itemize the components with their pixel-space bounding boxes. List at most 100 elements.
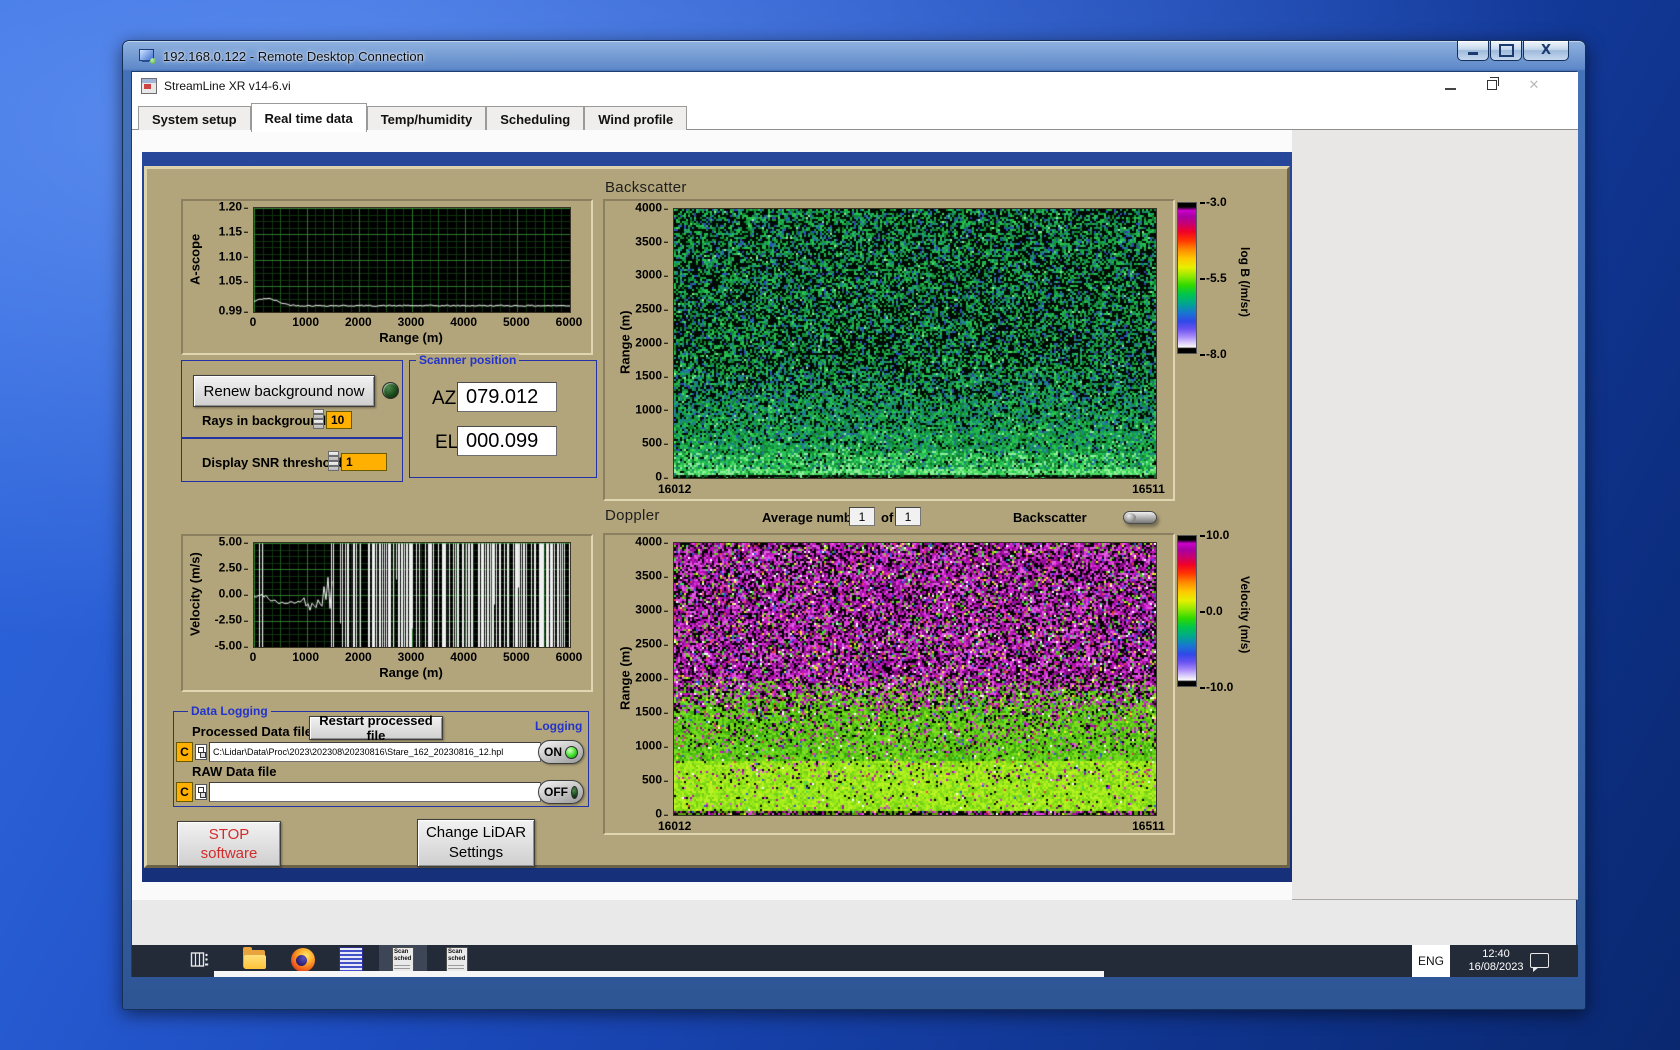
az-value: 079.012 (457, 382, 557, 412)
tick-label: 1500 (635, 705, 669, 719)
processed-path-field[interactable]: C:\Lidar\Data\Proc\2023\202308\20230816\… (209, 742, 541, 762)
processed-path-drive-box[interactable]: C (176, 742, 193, 762)
tick-label: 2000 (635, 335, 669, 349)
average-total-field[interactable]: 1 (895, 507, 921, 526)
tab-system-setup[interactable]: System setup (138, 106, 251, 133)
backscatter-graph: Range (m) 4000 3500 3000 2500 2000 1500 1000 50… (603, 199, 1175, 501)
stop-software-button[interactable]: STOP software (177, 821, 281, 867)
az-label: AZ (432, 388, 457, 409)
tick-label: -8.0 (1200, 347, 1227, 361)
file-explorer-icon (243, 947, 267, 970)
change-lidar-settings-button[interactable]: Change LiDAR Settings (417, 819, 535, 867)
scanner-position-title: Scanner position (416, 354, 520, 367)
tick-label: 1.10 (219, 249, 249, 263)
tick-label: 1000 (635, 402, 669, 416)
doppler-colorbar-axis-label: Velocity (m/s) (1238, 576, 1252, 654)
content-background (1292, 130, 1578, 899)
backscatter-colorbar-axis-label: log B (/m/sr) (1238, 246, 1252, 317)
tab-page-real-time-data: A-scope 1.20 1.15 1.10 1.05 0.99 0 1000 2000 30… (132, 130, 1578, 900)
tick-label: 3000 (397, 650, 425, 664)
tab-wind-profile[interactable]: Wind profile (584, 106, 688, 133)
content-background-strip (132, 882, 1292, 900)
stop-button-line1: STOP (208, 826, 250, 843)
processed-logging-on-toggle[interactable]: ON (538, 740, 584, 764)
tick-label: 0.99 (219, 304, 249, 318)
data-logging-box: Data Logging Processed Data file Restart… (173, 705, 589, 807)
velocity-plot (253, 542, 571, 648)
renew-background-button[interactable]: Renew background now (193, 375, 375, 407)
tick-label: 1.20 (219, 200, 249, 214)
snr-threshold-label: Display SNR threshold (202, 455, 343, 470)
doppler-yticks: 4000 3500 3000 2500 2000 1500 1000 500 0 (631, 535, 669, 821)
rays-value-field[interactable]: 10 (326, 411, 352, 429)
app-minimize-button[interactable] (1442, 77, 1458, 93)
firefox-icon (291, 948, 315, 972)
tick-label: 1000 (292, 650, 320, 664)
doppler-graph: Range (m) 4000 3500 3000 2500 2000 1500 1000 50… (603, 533, 1175, 835)
tick-label: 2000 (344, 315, 372, 329)
velocity-yticks: 5.00 2.50 0.00 -2.50 -5.00 (207, 535, 249, 653)
snr-value-field[interactable]: 1 (341, 453, 387, 471)
tab-real-time-data[interactable]: Real time data (250, 103, 367, 132)
velocity-graph: Velocity (m/s) 5.00 2.50 0.00 -2.50 -5.00 0 1… (181, 534, 593, 692)
snr-spinner[interactable] (328, 451, 339, 471)
desktop: 192.168.0.122 - Remote Desktop Connectio… (0, 0, 1680, 1050)
tick-label: -2.50 (215, 613, 249, 627)
streamline-app-window: StreamLine XR v14-6.vi ✕ System setup Rea… (132, 72, 1578, 900)
tab-strip: System setup Real time data Temp/humidity S… (132, 99, 1578, 133)
backscatter-yticks: 4000 3500 3000 2500 2000 1500 1000 500 0 (631, 201, 669, 484)
tick-label: 4000 (450, 650, 478, 664)
on-label: ON (544, 745, 562, 759)
tick-label: 3500 (635, 569, 669, 583)
task-view-icon (190, 950, 210, 970)
app-restore-button[interactable] (1484, 77, 1500, 93)
change-button-line2: Settings (448, 844, 504, 861)
tick-label: -5.5 (1200, 271, 1227, 285)
tick-label: 3000 (397, 315, 425, 329)
rays-spinner[interactable] (313, 409, 324, 429)
tick-label: 2000 (635, 671, 669, 685)
rdp-minimize-button[interactable] (1457, 41, 1489, 61)
close-icon: X (1540, 43, 1552, 58)
tick-label: 6000 (555, 650, 583, 664)
path-browse-icon[interactable] (195, 744, 207, 760)
el-label: EL (435, 432, 459, 453)
scan-sched-icon: Scan sched (446, 947, 468, 973)
average-number-field[interactable]: 1 (849, 507, 875, 526)
app-titlebar[interactable]: StreamLine XR v14-6.vi ✕ (132, 72, 1578, 100)
raw-logging-off-toggle[interactable]: OFF (538, 780, 584, 804)
maximize-icon (1498, 44, 1514, 57)
raw-path-drive-box[interactable]: C (176, 782, 193, 802)
path-browse-icon[interactable] (195, 784, 207, 800)
tick-label: 1500 (635, 369, 669, 383)
rdp-close-button[interactable]: X (1523, 41, 1569, 61)
tick-label: 10.0 (1200, 528, 1229, 542)
tick-label: -10.0 (1200, 680, 1233, 694)
restore-icon (1487, 77, 1499, 90)
of-label: of (881, 510, 894, 525)
tab-temp-humidity[interactable]: Temp/humidity (366, 106, 487, 133)
taskbar-clock[interactable]: 12:40 16/08/2023 (1450, 945, 1542, 977)
stop-button-line2: software (200, 845, 258, 862)
doppler-xticks: 16012 16511 (658, 819, 1165, 833)
tick-label: 3000 (635, 268, 669, 282)
background-window-sliver (214, 971, 1104, 977)
rdp-maximize-button (1490, 41, 1522, 61)
language-indicator[interactable]: ENG (1412, 945, 1450, 977)
velocity-ylabel: Velocity (m/s) (187, 552, 203, 636)
tick-label: 500 (642, 773, 669, 787)
change-button-line1: Change LiDAR (425, 824, 527, 841)
raw-data-file-label: RAW Data file (192, 764, 277, 779)
tick-label: 2500 (635, 302, 669, 316)
restart-processed-file-button[interactable]: Restart processed file (309, 713, 443, 743)
background-controls-box: Renew background now Rays in background … (181, 360, 403, 438)
backscatter-toggle-switch[interactable] (1123, 511, 1157, 524)
raw-path-field[interactable] (209, 782, 541, 802)
rdp-titlebar[interactable]: 192.168.0.122 - Remote Desktop Connectio… (123, 41, 1585, 71)
off-label: OFF (544, 785, 568, 799)
taskbar-task-view-button[interactable] (182, 945, 218, 975)
tab-scheduling[interactable]: Scheduling (486, 106, 585, 133)
app-close-button[interactable]: ✕ (1526, 77, 1542, 93)
backscatter-title: Backscatter (605, 179, 687, 196)
notification-center-icon[interactable] (1530, 953, 1549, 972)
